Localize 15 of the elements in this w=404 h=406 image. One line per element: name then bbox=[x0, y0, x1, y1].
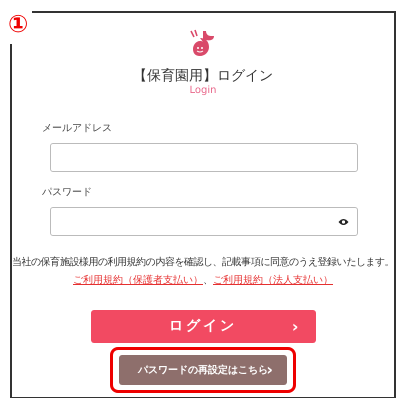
terms-link[interactable]: ご利用規約（法人支払い） bbox=[213, 273, 333, 288]
terms-link[interactable]: ご利用規約（保護者支払い） bbox=[73, 273, 203, 288]
field-label: メールアドレス bbox=[42, 122, 113, 135]
step-number: ① bbox=[6, 8, 32, 44]
music-note-icon bbox=[189, 29, 217, 59]
terms-text: 当社の保育施設様用の利用規約の内容を確認し、記載事項に同意のうえ登録いたします。 bbox=[12, 256, 394, 269]
password-field[interactable] bbox=[50, 207, 358, 236]
separator-text: 、 bbox=[203, 274, 213, 288]
field-label: パスワード bbox=[42, 186, 93, 199]
show-password-icon[interactable] bbox=[338, 218, 349, 226]
page-subtitle: Login bbox=[190, 85, 216, 97]
login-button[interactable]: ログイン › bbox=[90, 310, 316, 343]
page-title: 【保育園用】ログイン bbox=[133, 67, 273, 85]
password-reset-button[interactable]: パスワードの再設定はこちら› bbox=[119, 355, 287, 385]
email-field[interactable] bbox=[50, 143, 358, 172]
